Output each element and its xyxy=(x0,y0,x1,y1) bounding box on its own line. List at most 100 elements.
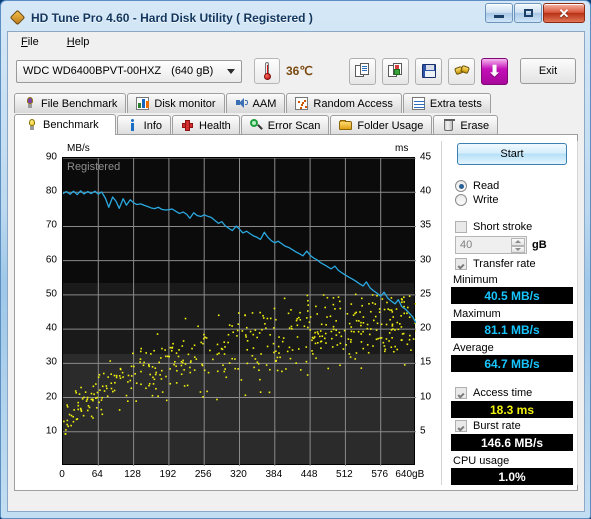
tab-benchmark[interactable]: Benchmark xyxy=(14,114,116,135)
copy-button[interactable] xyxy=(349,57,376,85)
benchmark-chart: MB/s ms 10 20 30 40 50 60 70 80 90 5 10 15 20 25 30 35… xyxy=(23,143,439,483)
tab-health[interactable]: Health xyxy=(172,115,240,135)
tab-extra-tests[interactable]: Extra tests xyxy=(402,93,491,113)
average-value: 64.7 MB/s xyxy=(451,355,573,372)
temperature-button[interactable] xyxy=(254,58,280,84)
radio-write[interactable]: Write xyxy=(455,194,573,206)
menu-help[interactable]: Help xyxy=(62,34,95,50)
close-button[interactable]: ✕ xyxy=(543,3,585,23)
y-tick: 80 xyxy=(45,185,57,197)
tab-label: Error Scan xyxy=(267,119,321,132)
minimum-value: 40.5 MB/s xyxy=(451,287,573,304)
trash-icon xyxy=(442,119,456,132)
speaker-icon xyxy=(235,97,248,110)
temperature-value: 36℃ xyxy=(286,64,313,78)
save-icon xyxy=(421,64,436,78)
x-tick: 320 xyxy=(230,469,247,480)
copy-image-button[interactable] xyxy=(382,57,409,85)
temperature-display: 36℃ xyxy=(254,58,313,84)
short-stroke-stepper[interactable]: 40 gB xyxy=(455,236,573,254)
short-stroke-input[interactable]: 40 xyxy=(455,236,527,254)
bulb-purple-icon xyxy=(23,97,36,110)
minimum-label: Minimum xyxy=(453,274,498,286)
stepper-buttons[interactable] xyxy=(511,238,525,253)
menu-file[interactable]: FFileile xyxy=(16,34,44,50)
tab-disk-monitor[interactable]: Disk monitor xyxy=(127,93,225,113)
window-title: HD Tune Pro 4.60 - Hard Disk Utility ( R… xyxy=(31,11,313,25)
short-stroke-value: 40 xyxy=(460,239,473,251)
radio-write-label: Write xyxy=(473,194,499,206)
y-tick: 40 xyxy=(45,322,57,334)
tab-label: Erase xyxy=(460,119,490,132)
y2-tick: 5 xyxy=(420,425,426,437)
checkbox-transfer-rate[interactable]: Transfer rate xyxy=(455,258,573,270)
close-icon: ✕ xyxy=(558,5,570,21)
radio-read-indicator xyxy=(455,180,467,192)
burst-rate-label: Burst rate xyxy=(473,420,521,432)
tab-file-benchmark[interactable]: File Benchmark xyxy=(14,93,127,113)
hdtune-app-icon xyxy=(9,9,26,26)
download-icon: ⬇ xyxy=(488,62,501,80)
copy-image-icon xyxy=(387,63,404,79)
red-cross-icon xyxy=(181,119,194,132)
y-tick: 10 xyxy=(45,425,57,437)
bar-chart-icon xyxy=(136,97,150,110)
short-stroke-unit: gB xyxy=(532,239,547,251)
maximize-button[interactable] xyxy=(514,3,542,23)
stepper-up[interactable] xyxy=(511,238,525,246)
tab-error-scan[interactable]: Error Scan xyxy=(240,115,330,135)
x-tick: 576 xyxy=(371,469,389,480)
short-stroke-checkbox xyxy=(455,221,467,233)
x-tick: 384 xyxy=(265,469,283,480)
thermometer-icon xyxy=(263,62,271,80)
y-tick: 90 xyxy=(45,151,57,163)
client-area: FFileile Help WDC WD6400BPVT-00HXZ (640 … xyxy=(7,31,585,512)
start-button[interactable]: Start xyxy=(457,143,567,165)
minimize-button[interactable] xyxy=(485,3,513,23)
tab-random-access[interactable]: Random Access xyxy=(286,93,402,113)
copy-icon xyxy=(354,63,371,79)
stepper-down[interactable] xyxy=(511,245,525,253)
y-tick: 70 xyxy=(45,219,57,231)
maximum-label: Maximum xyxy=(453,308,501,320)
x-tick: 128 xyxy=(124,469,141,480)
y2-tick: 40 xyxy=(420,185,432,197)
radio-write-indicator xyxy=(455,194,467,206)
y2-axis-label: ms xyxy=(395,143,409,154)
x-tick: 256 xyxy=(194,469,212,480)
tab-label: AAM xyxy=(252,97,277,110)
scatter-icon xyxy=(295,97,309,110)
y2-tick: 35 xyxy=(420,219,432,231)
cpu-usage-label: CPU usage xyxy=(453,455,510,467)
transfer-rate-checkbox xyxy=(455,258,467,270)
tab-erase[interactable]: Erase xyxy=(433,115,499,135)
radio-read[interactable]: Read xyxy=(455,180,573,192)
chevron-down-icon xyxy=(227,68,235,74)
y-tick: 50 xyxy=(45,288,57,300)
tab-label: Info xyxy=(143,119,162,132)
plug-button[interactable] xyxy=(448,57,475,85)
access-time-checkbox xyxy=(455,387,467,399)
menu-bar: FFileile Help xyxy=(8,32,584,52)
bulb-icon xyxy=(25,118,38,132)
download-button[interactable]: ⬇ xyxy=(481,57,508,85)
checkbox-burst-rate[interactable]: Burst rate xyxy=(455,420,573,432)
tab-label: Health xyxy=(199,119,231,132)
plot-graphics xyxy=(63,158,416,466)
tab-label: File Benchmark xyxy=(41,97,118,110)
magnifier-icon xyxy=(249,119,263,132)
tab-info[interactable]: Info xyxy=(116,115,171,135)
x-tick: 192 xyxy=(159,469,177,480)
toolbar: WDC WD6400BPVT-00HXZ (640 gB) 36℃ ⬇ Exit xyxy=(8,52,584,90)
save-button[interactable] xyxy=(415,57,442,85)
tab-folder-usage[interactable]: Folder Usage xyxy=(330,115,433,135)
drive-select[interactable]: WDC WD6400BPVT-00HXZ (640 gB) xyxy=(16,59,242,83)
checkbox-short-stroke[interactable]: Short stroke xyxy=(455,221,573,233)
grid-chart-icon xyxy=(411,97,425,110)
y2-tick: 15 xyxy=(420,356,432,368)
cpu-usage-value: 1.0% xyxy=(451,468,573,485)
burst-rate-value: 146.6 MB/s xyxy=(451,434,573,451)
tab-aam[interactable]: AAM xyxy=(225,93,286,113)
checkbox-access-time[interactable]: Access time xyxy=(455,387,573,399)
exit-button[interactable]: Exit xyxy=(520,58,576,84)
